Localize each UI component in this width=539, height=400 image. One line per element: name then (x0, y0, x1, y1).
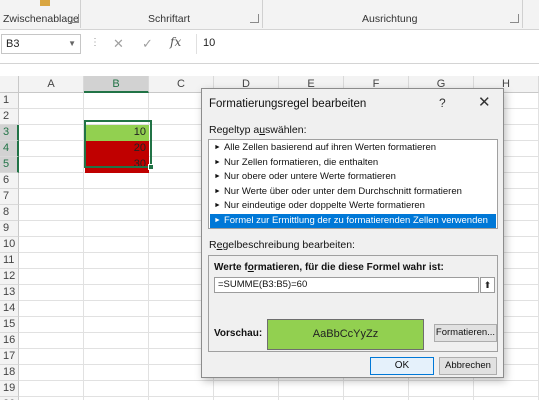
close-button[interactable]: ✕ (478, 93, 491, 111)
row-header[interactable]: 10 (0, 237, 19, 253)
collapse-dialog-button[interactable]: ⬆ (480, 277, 495, 293)
rule-type-item[interactable]: ► Nur Zellen formatieren, die enthalten (210, 156, 496, 170)
row-header[interactable]: 4 (0, 141, 19, 157)
arrow-right-icon: ► (214, 173, 221, 180)
insert-function-button[interactable]: fx (170, 35, 181, 49)
arrow-right-icon: ► (214, 144, 221, 151)
column-header[interactable]: A (19, 76, 84, 93)
formula-label-part: Werte f (214, 262, 248, 273)
arrow-up-icon: ⬆ (483, 280, 492, 290)
excel-window: Zwischenablage Schriftart Ausrichtung B3… (0, 0, 539, 400)
arrow-right-icon: ► (214, 217, 221, 224)
row-header[interactable]: 3 (0, 125, 19, 141)
rule-type-item-label: Formel zur Ermittlung der zu formatieren… (223, 215, 488, 226)
row-header[interactable]: 1 (0, 93, 19, 109)
rule-type-item-label: Nur Zellen formatieren, die enthalten (223, 157, 379, 168)
alignment-launcher-icon[interactable] (510, 14, 519, 23)
help-button[interactable]: ? (439, 96, 446, 110)
ribbon-group-alignment: Ausrichtung (362, 13, 418, 25)
rule-type-item-label: Alle Zellen basierend auf ihren Werten f… (223, 142, 437, 153)
rule-type-label: Regeltyp auswählen: (209, 124, 307, 136)
arrow-right-icon: ► (214, 202, 221, 209)
edit-formatting-rule-dialog: Formatierungsregel bearbeiten ? ✕ Regelt… (201, 88, 504, 378)
cancel-button[interactable]: Abbrechen (439, 357, 497, 375)
row-header[interactable]: 9 (0, 221, 19, 237)
rule-type-item[interactable]: ► Nur Werte über oder unter dem Durchschn… (210, 185, 496, 199)
ribbon-divider (80, 0, 81, 28)
rule-type-list[interactable]: ► Alle Zellen basierend auf ihren Werten … (208, 139, 498, 229)
row-header[interactable]: 19 (0, 381, 19, 397)
formula-input[interactable]: 10 (196, 34, 539, 54)
drag-handle-icon[interactable]: ⋮ (90, 37, 100, 48)
formula-label-part: rmatieren, für die diese Formel wahr ist… (253, 262, 444, 273)
format-button[interactable]: Formatieren... (434, 324, 497, 342)
arrow-right-icon: ► (214, 188, 221, 195)
column-header[interactable]: B (84, 76, 149, 93)
rule-type-item-selected[interactable]: ► Formel zur Ermittlung der zu formatiere… (210, 214, 496, 228)
ribbon-divider (262, 0, 263, 28)
font-launcher-icon[interactable] (250, 14, 259, 23)
rule-type-item-label: Nur eindeutige oder doppelte Werte forma… (223, 200, 425, 211)
row-header[interactable]: 6 (0, 173, 19, 189)
arrow-right-icon: ► (214, 159, 221, 166)
rule-type-item[interactable]: ► Nur eindeutige oder doppelte Werte form… (210, 199, 496, 213)
ok-button[interactable]: OK (370, 357, 434, 375)
selection-range (84, 120, 152, 168)
rule-description-label: Regelbeschreibung bearbeiten: (209, 239, 355, 251)
row-header[interactable]: 5 (0, 157, 19, 173)
ribbon: Zwischenablage Schriftart Ausrichtung (0, 0, 539, 30)
formula-input-field[interactable]: =SUMME(B3:B5)=60 (214, 277, 479, 293)
ribbon-divider (522, 0, 523, 28)
rule-description-label-part: R (209, 239, 217, 251)
rule-type-item-label: Nur Werte über oder unter dem Durchschni… (223, 186, 462, 197)
row-header[interactable]: 2 (0, 109, 19, 125)
chevron-down-icon[interactable]: ▼ (68, 39, 76, 48)
row-header[interactable]: 18 (0, 365, 19, 381)
rule-type-item-label: Nur obere oder untere Werte formatieren (223, 171, 396, 182)
row-header[interactable]: 17 (0, 349, 19, 365)
rule-type-item[interactable]: ► Alle Zellen basierend auf ihren Werten … (210, 141, 496, 155)
clipboard-launcher-icon[interactable] (70, 14, 79, 23)
row-header[interactable]: 15 (0, 317, 19, 333)
ribbon-group-clipboard: Zwischenablage (3, 13, 79, 25)
cancel-icon[interactable]: ✕ (113, 36, 124, 52)
rule-description-label-part: gelbeschreibung bearbeiten: (222, 239, 355, 251)
row-header[interactable]: 11 (0, 253, 19, 269)
check-icon[interactable]: ✓ (142, 36, 153, 52)
row-header[interactable]: 16 (0, 333, 19, 349)
row-header[interactable]: 8 (0, 205, 19, 221)
row-header[interactable]: 13 (0, 285, 19, 301)
paste-icon[interactable] (40, 0, 50, 6)
row-header[interactable]: 12 (0, 269, 19, 285)
formula-label: Werte formatieren, für die diese Formel … (214, 262, 444, 273)
ribbon-group-font: Schriftart (148, 13, 191, 25)
row-header[interactable]: 7 (0, 189, 19, 205)
name-box[interactable]: B3 ▼ (1, 34, 81, 54)
preview-label: Vorschau: (214, 328, 263, 339)
name-box-value: B3 (6, 38, 20, 50)
fill-handle[interactable] (148, 164, 154, 170)
dialog-title: Formatierungsregel bearbeiten (209, 98, 367, 110)
rule-type-label-part: swählen: (265, 124, 307, 136)
rule-type-label-part: Regeltyp a (209, 124, 260, 136)
rule-description-panel: Werte formatieren, für die diese Formel … (208, 255, 498, 352)
row-header[interactable]: 14 (0, 301, 19, 317)
format-preview: AaBbCcYyZz (267, 319, 424, 350)
rule-type-item[interactable]: ► Nur obere oder untere Werte formatieren (210, 170, 496, 184)
select-all-corner[interactable] (0, 76, 19, 93)
